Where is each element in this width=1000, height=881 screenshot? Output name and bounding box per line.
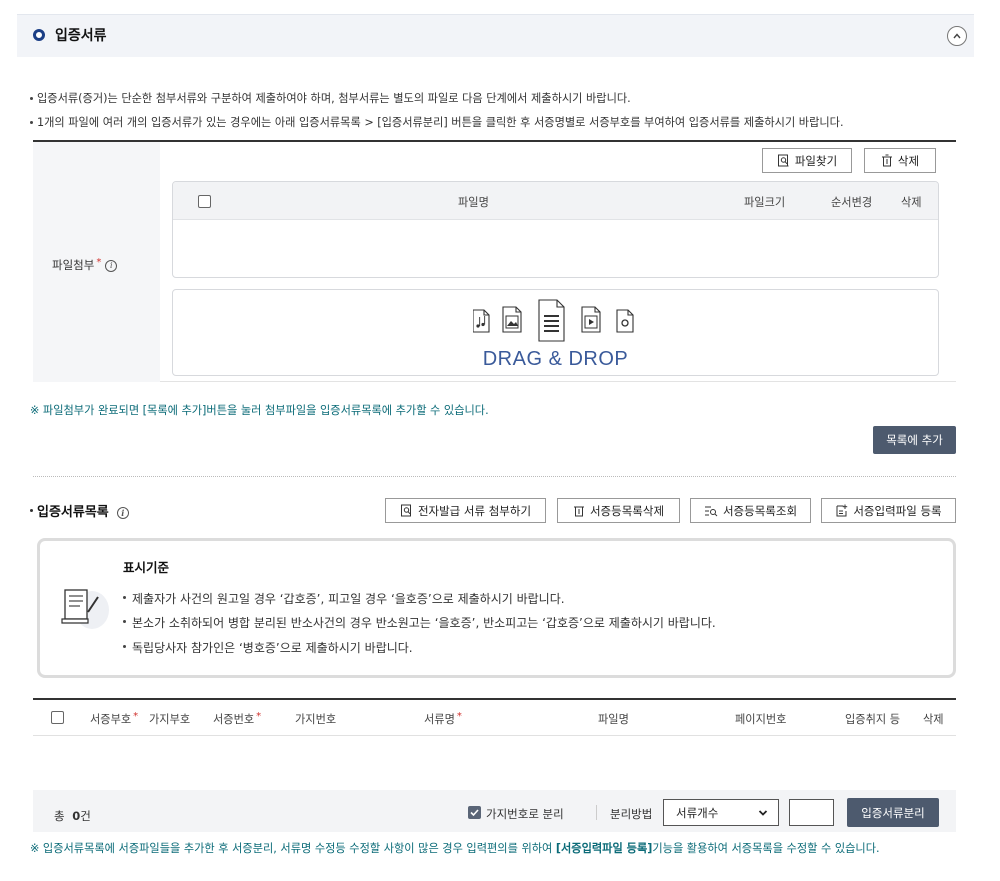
file-types-icon <box>473 299 634 342</box>
trash-icon <box>881 154 892 167</box>
branch-split-checkbox[interactable] <box>468 806 481 819</box>
note-1: 입증서류(증거)는 단순한 첨부서류와 구분하여 제출하여야 하며, 첨부서류는… <box>30 90 631 106</box>
delete-evidence-list-button[interactable]: 서증등목록삭제 <box>557 498 680 523</box>
file-search-icon <box>400 504 411 517</box>
drag-drop-zone[interactable]: DRAG & DROP <box>172 289 939 376</box>
register-evidence-file-button[interactable]: 서증입력파일 등록 <box>821 498 956 523</box>
file-table: 파일명 파일크기 순서변경 삭제 <box>172 181 939 278</box>
col-number: 서증번호 * <box>213 711 262 726</box>
separator <box>596 805 597 820</box>
info-icon[interactable]: i <box>116 506 129 519</box>
info-icon[interactable]: i <box>105 259 118 272</box>
find-file-button[interactable]: 파일찾기 <box>762 148 852 173</box>
col-order: 순서변경 <box>831 196 873 209</box>
col-page-number: 페이지번호 <box>735 713 787 726</box>
evidence-table-header: 서증부호 * 가지부호 서증번호 * 가지번호 서류명 * 파일명 페이지번호 입증취… <box>33 698 956 736</box>
split-method-label: 분리방법 <box>610 807 653 821</box>
criteria-line-1: 제출자가 사건의 원고일 경우 ‘갑호증’, 피고일 경우 ‘을호증’으로 제출… <box>123 590 565 607</box>
attach-guide-text: ※ 파일첨부가 완료되면 [목록에 추가]버튼을 눌러 첨부파일을 입증서류목록… <box>30 404 489 417</box>
check-icon <box>470 809 479 817</box>
divider <box>33 476 956 477</box>
view-evidence-list-button[interactable]: 서증등목록조회 <box>690 498 811 523</box>
file-table-header: 파일명 파일크기 순서변경 삭제 <box>173 182 938 220</box>
col-filesize: 파일크기 <box>744 196 786 209</box>
note-2: 1개의 파일에 여러 개의 입증서류가 있는 경우에는 아래 입증서류목록 > … <box>30 114 844 130</box>
col-delete: 삭제 <box>901 196 922 209</box>
col-branch-number: 가지번호 <box>295 713 337 726</box>
col-branch-code: 가지부호 <box>149 713 191 726</box>
delete-file-button[interactable]: 삭제 <box>864 148 936 173</box>
file-add-icon <box>836 504 848 517</box>
col-code: 서증부호 * <box>90 711 139 726</box>
trash-icon <box>573 506 584 517</box>
file-search-icon <box>777 154 789 167</box>
criteria-line-2: 본소가 소취하되어 병합 분리된 반소사건의 경우 반소원고는 ‘을호증’, 반… <box>123 614 716 631</box>
add-to-list-button[interactable]: 목록에 추가 <box>873 426 956 454</box>
section-bullet-icon <box>33 29 45 41</box>
col-delete: 삭제 <box>923 713 944 726</box>
criteria-title: 표시기준 <box>123 560 170 575</box>
col-doc-name: 서류명 * <box>424 711 462 726</box>
evidence-select-all-checkbox[interactable] <box>51 711 64 724</box>
branch-split-label[interactable]: 가지번호로 분리 <box>486 806 564 822</box>
drag-drop-text: DRAG & DROP <box>482 348 629 370</box>
total-count: 총 0건 <box>54 809 91 823</box>
section-header <box>17 14 974 57</box>
col-cancel: 입증취지 등 <box>845 713 901 726</box>
collapse-button[interactable] <box>947 26 967 46</box>
evidence-list-title: 입증서류목록 i <box>30 501 129 520</box>
col-filename: 파일명 <box>458 196 489 209</box>
chevron-up-icon <box>953 33 961 39</box>
file-select-all-checkbox[interactable] <box>198 195 211 208</box>
file-attach-label: 파일첨부 * i <box>52 257 118 273</box>
split-count-input[interactable] <box>789 799 834 826</box>
criteria-line-3: 독립당사자 참가인은 ‘병호증’으로 제출하시기 바랍니다. <box>123 639 413 656</box>
section-title: 입증서류 <box>55 28 107 44</box>
chevron-down-icon <box>758 810 768 816</box>
col-filename: 파일명 <box>598 713 629 726</box>
split-method-select[interactable]: 서류개수 <box>663 799 779 826</box>
document-edit-icon <box>61 589 109 629</box>
e-issue-attach-button[interactable]: 전자발급 서류 첨부하기 <box>385 498 546 523</box>
list-search-icon <box>704 506 718 516</box>
bottom-guide-text: ※ 입증서류목록에 서증파일들을 추가한 후 서증분리, 서류명 수정등 수정할… <box>30 842 880 855</box>
display-criteria-box <box>37 538 956 678</box>
split-evidence-button[interactable]: 입증서류분리 <box>847 798 939 827</box>
